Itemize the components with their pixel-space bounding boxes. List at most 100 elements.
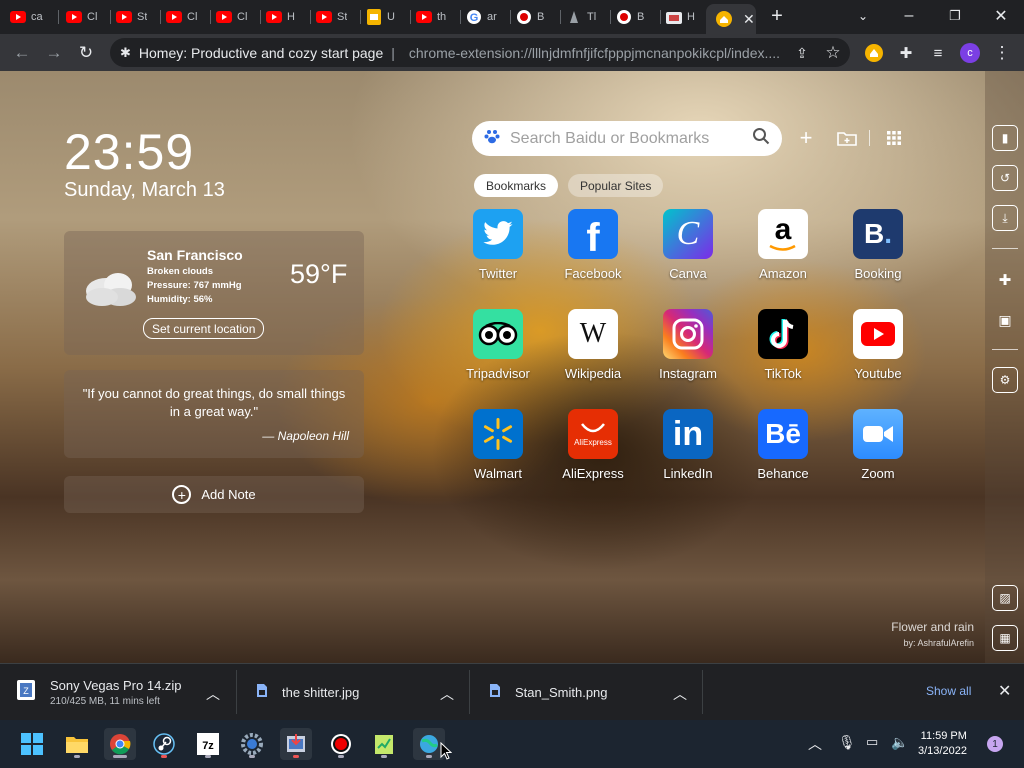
bookmarks-icon[interactable]: ▮ [992, 125, 1018, 151]
address-bar[interactable]: ✱ Homey: Productive and cozy start page … [110, 38, 850, 67]
tab[interactable]: St [316, 6, 356, 28]
tab-label: H [287, 11, 295, 23]
close-window-icon[interactable]: ✕ [981, 4, 1021, 28]
screen: ca Cl St Cl Cl H St U th G ar B Tl B H ✕… [0, 0, 1024, 768]
instagram-icon [663, 309, 713, 359]
notification-badge[interactable]: 1 [987, 736, 1003, 752]
obs-record-icon[interactable] [325, 728, 357, 760]
set-location-button[interactable]: Set current location [143, 318, 265, 339]
restore-icon[interactable]: ❐ [935, 4, 975, 28]
search-bar[interactable]: Search Baidu or Bookmarks [472, 121, 782, 156]
tab-search-icon[interactable]: ⌄ [843, 4, 883, 28]
notepad-plus-icon[interactable] [368, 728, 400, 760]
forward-icon[interactable]: → [40, 39, 68, 67]
profile-avatar[interactable]: c [956, 39, 984, 67]
tab-label: ar [487, 11, 497, 23]
tab-popular-sites[interactable]: Popular Sites [568, 174, 664, 197]
site-wikipedia[interactable]: W Wikipedia [553, 309, 633, 381]
site-instagram[interactable]: Instagram [648, 309, 728, 381]
tab[interactable]: B [616, 6, 656, 28]
site-canva[interactable]: C Canva [648, 209, 728, 281]
bookmark-star-icon[interactable]: ☆ [819, 39, 847, 67]
apps-grid-icon[interactable] [882, 126, 906, 150]
show-all-button[interactable]: Show all [926, 684, 971, 698]
clipboard-icon[interactable]: ▣ [992, 307, 1018, 333]
file-explorer-icon[interactable] [61, 728, 93, 760]
taskbar-clock[interactable]: 11:59 PM 3/13/2022 [918, 729, 967, 759]
site-aliexpress[interactable]: AliExpress AliExpress [553, 409, 633, 481]
tab[interactable]: Cl [216, 6, 256, 28]
volume-icon[interactable]: 🔈 [891, 734, 908, 751]
extensions-icon[interactable]: ✚ [992, 267, 1018, 293]
svg-text:7z: 7z [202, 740, 214, 752]
tab[interactable]: th [416, 6, 456, 28]
back-icon[interactable]: ← [8, 39, 36, 67]
search-input[interactable]: Search Baidu or Bookmarks [510, 130, 742, 148]
extensions-icon[interactable]: ✚ [892, 39, 920, 67]
chevron-up-icon[interactable]: ︿ [206, 684, 220, 704]
menu-kebab-icon[interactable]: ⋮ [988, 39, 1016, 67]
site-facebook[interactable]: f Facebook [553, 209, 633, 281]
close-downloads-icon[interactable]: ✕ [998, 681, 1011, 701]
reload-icon[interactable]: ↻ [72, 39, 100, 67]
chevron-up-icon[interactable]: ︿ [673, 684, 687, 704]
tab[interactable]: G ar [466, 6, 506, 28]
minimize-icon[interactable]: – [889, 4, 929, 28]
tab[interactable]: ca [10, 6, 54, 28]
tab[interactable]: H [266, 6, 306, 28]
network-icon[interactable]: ▭ [866, 734, 878, 750]
share-icon[interactable]: ⇪ [788, 39, 816, 67]
add-site-icon[interactable]: + [794, 125, 818, 150]
tab[interactable]: Cl [66, 6, 106, 28]
download-name: Sony Vegas Pro 14.zip [50, 678, 182, 693]
site-booking[interactable]: B. Booking [838, 209, 918, 281]
active-tab[interactable]: ✕ [706, 4, 756, 34]
site-behance[interactable]: Bē Behance [743, 409, 823, 481]
microphone-icon[interactable]: 🎙 [838, 734, 856, 751]
tab[interactable]: Cl [166, 6, 206, 28]
app-installer-icon[interactable] [280, 728, 312, 760]
site-amazon[interactable]: a Amazon [743, 209, 823, 281]
site-linkedin[interactable]: in LinkedIn [648, 409, 728, 481]
site-name: AliExpress [562, 466, 624, 481]
tab[interactable]: Tl [566, 6, 606, 28]
site-walmart[interactable]: Walmart [458, 409, 538, 481]
settings-gear-icon[interactable]: ⚙ [992, 367, 1018, 393]
taskbar: 7z ︿ 🎙 ▭ 🔈 11:59 PM 3/13/2022 1 [0, 720, 1024, 768]
site-twitter[interactable]: Twitter [458, 209, 538, 281]
site-tiktok[interactable]: TikTok [743, 309, 823, 381]
tab[interactable]: St [116, 6, 156, 28]
history-icon[interactable]: ↺ [992, 165, 1018, 191]
tray-overflow-chevron-icon[interactable]: ︿ [808, 734, 822, 754]
download-item[interactable]: Z Sony Vegas Pro 14.zip 210/425 MB, 11 m… [16, 664, 182, 721]
tab[interactable]: B [516, 6, 556, 28]
downloads-icon[interactable]: ⤓ [992, 205, 1018, 231]
zip-file-icon: Z [16, 679, 36, 706]
twitter-icon [473, 209, 523, 259]
tab-bookmarks[interactable]: Bookmarks [474, 174, 559, 197]
steam-icon[interactable] [148, 728, 180, 760]
download-item[interactable]: Stan_Smith.png [489, 664, 608, 721]
tab[interactable]: H [666, 6, 706, 28]
change-wallpaper-icon[interactable]: ▦ [992, 625, 1018, 651]
close-tab-icon[interactable]: ✕ [743, 11, 755, 28]
search-icon[interactable] [752, 127, 770, 150]
media-control-icon[interactable]: ≡ [924, 39, 952, 67]
wallpaper-info-icon[interactable]: ▨ [992, 585, 1018, 611]
settings-icon[interactable] [236, 728, 268, 760]
download-item[interactable]: the shitter.jpg [256, 664, 359, 721]
add-folder-icon[interactable] [835, 126, 859, 150]
site-name: Tripadvisor [466, 366, 530, 381]
7zip-icon[interactable]: 7z [192, 728, 224, 760]
site-youtube[interactable]: Youtube [838, 309, 918, 381]
chevron-up-icon[interactable]: ︿ [440, 684, 454, 704]
site-tripadvisor[interactable]: Tripadvisor [458, 309, 538, 381]
chrome-icon[interactable] [104, 728, 136, 760]
youtube-icon [216, 9, 232, 25]
add-note-button[interactable]: + Add Note [64, 476, 364, 513]
homey-extension-icon[interactable] [860, 39, 888, 67]
new-tab-button[interactable]: + [757, 4, 797, 28]
windows-start-icon[interactable] [16, 728, 48, 760]
site-zoom[interactable]: Zoom [838, 409, 918, 481]
tab[interactable]: U [366, 6, 406, 28]
